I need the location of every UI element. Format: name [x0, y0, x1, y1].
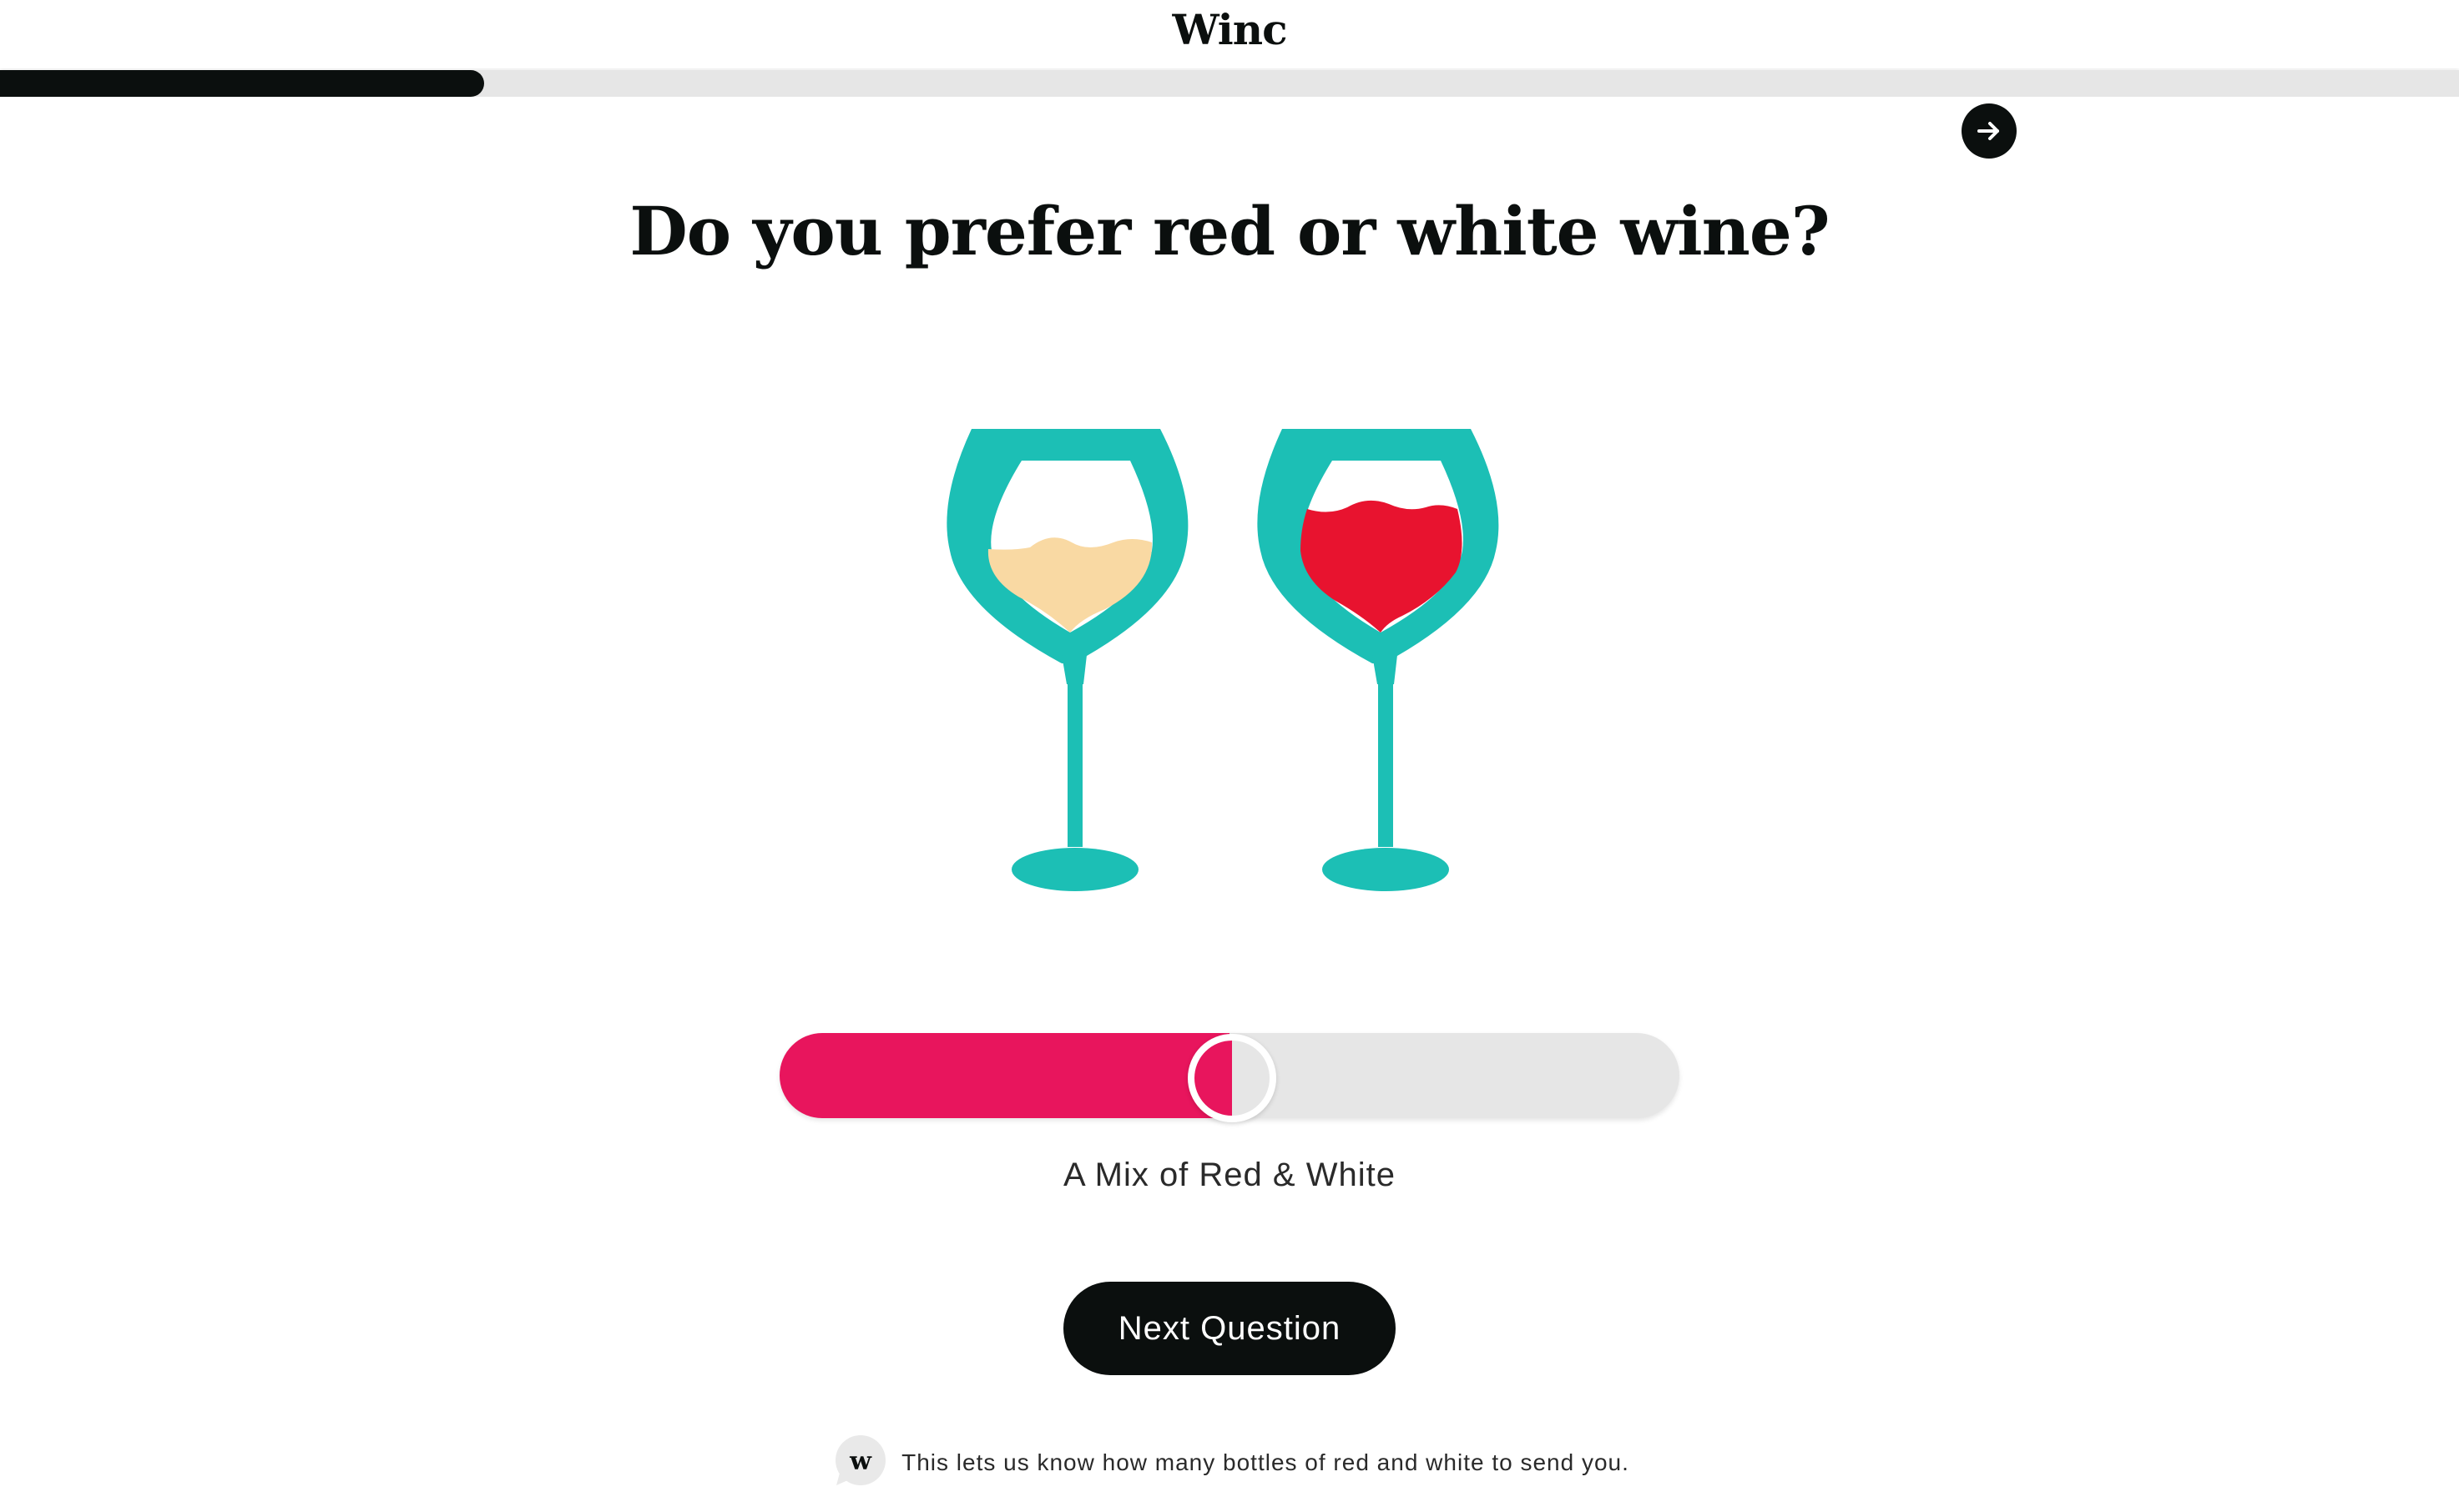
next-arrow-button[interactable] [1962, 103, 2017, 159]
arrow-right-icon [1977, 122, 1999, 140]
red-wine-glass-icon [1257, 429, 1499, 891]
slider-thumb[interactable] [1188, 1034, 1276, 1122]
white-wine-glass-icon [947, 429, 1189, 891]
question-title: Do you prefer red or white wine? [629, 192, 1830, 270]
svg-text:w: w [849, 1447, 872, 1476]
winc-logo[interactable]: Winc [0, 5, 2459, 54]
winc-w-speech-bubble-icon: w [836, 1435, 886, 1485]
slider-value-label: A Mix of Red & White [1063, 1157, 1396, 1193]
hint-row: w This lets us know how many bottles of … [0, 1434, 2459, 1492]
quiz-progress-fill [0, 70, 485, 97]
top-header: Winc [0, 0, 2459, 68]
red-white-preference-slider[interactable] [780, 1033, 1679, 1122]
next-question-button[interactable]: Next Question [1063, 1282, 1396, 1375]
quiz-progress-bar [0, 70, 2459, 97]
wine-glasses-illustration [947, 429, 1499, 891]
slider-fill [780, 1033, 1230, 1118]
hint-text: This lets us know how many bottles of re… [901, 1449, 1629, 1475]
